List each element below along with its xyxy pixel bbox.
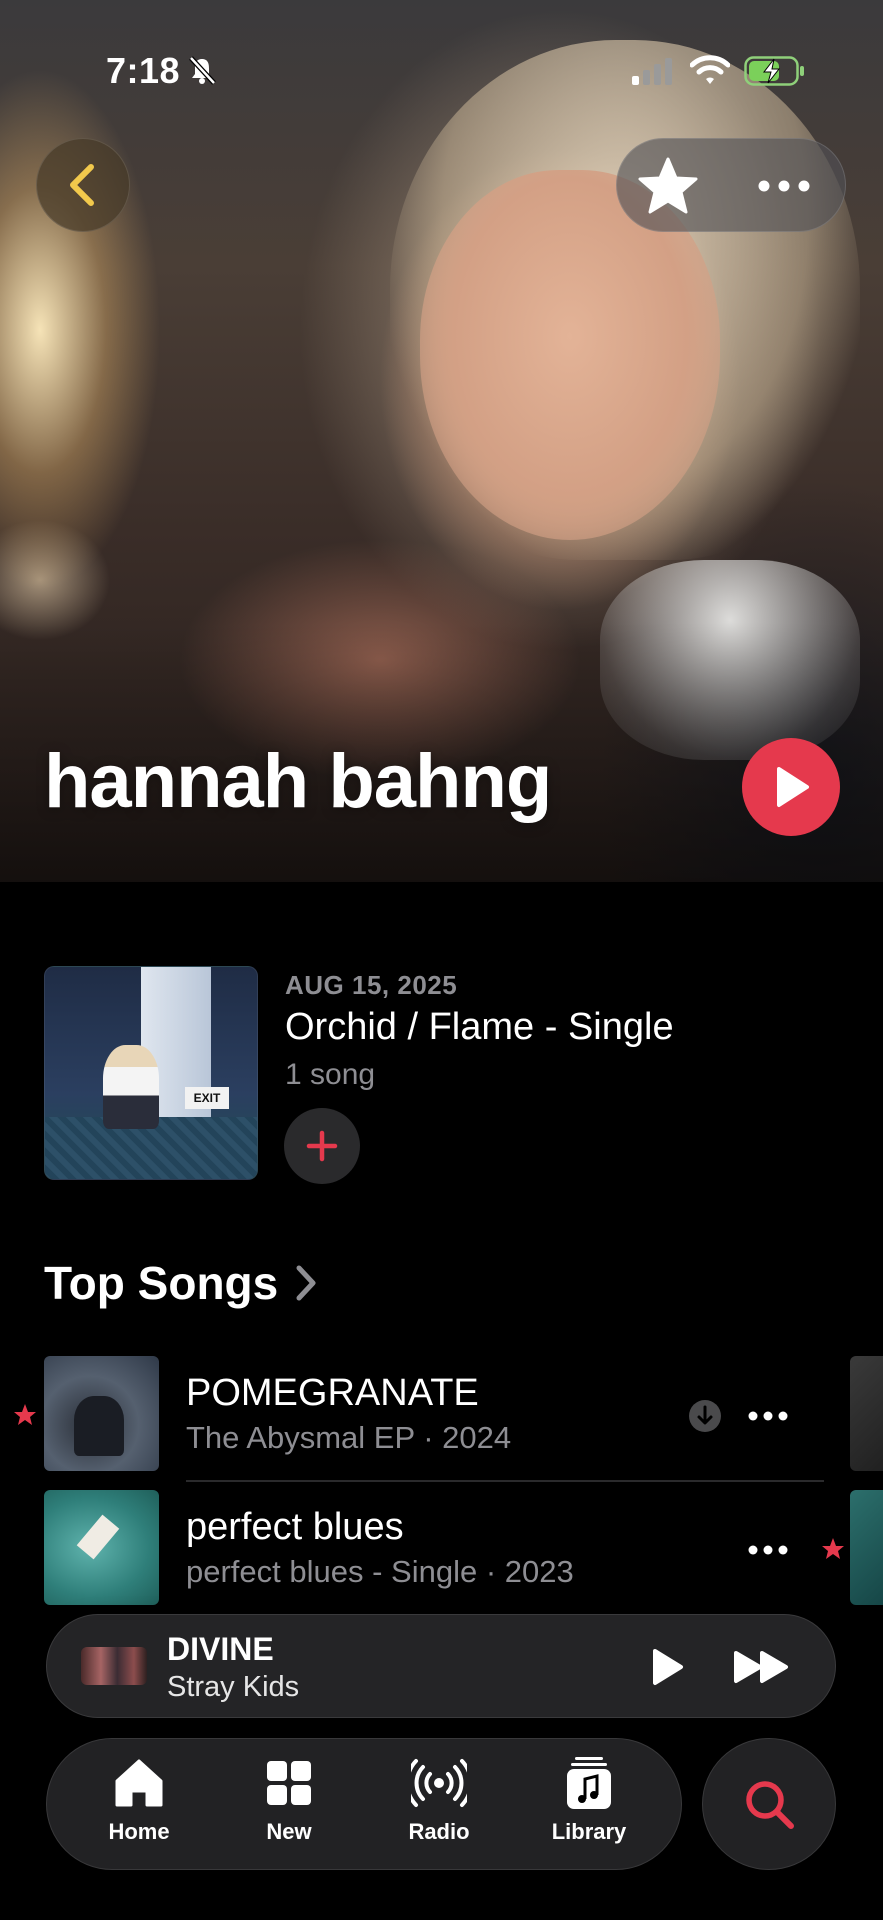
chevron-right-icon: [296, 1265, 316, 1301]
grid-icon: [267, 1761, 311, 1805]
search-icon: [746, 1781, 794, 1829]
favorite-button[interactable]: [631, 149, 705, 223]
fast-forward-icon: [734, 1651, 788, 1683]
release-artwork[interactable]: EXIT: [44, 966, 258, 1180]
status-bar: 7:18: [0, 0, 883, 140]
back-button[interactable]: [36, 138, 130, 232]
cellular-signal-icon: [632, 58, 672, 85]
artist-actions-pill: [616, 138, 846, 232]
mini-player[interactable]: DIVINE Stray Kids: [46, 1614, 836, 1718]
tab-label: Library: [551, 1819, 627, 1844]
tab-radio[interactable]: Radio: [369, 1751, 509, 1859]
downloaded-icon: [689, 1400, 721, 1432]
song-subtitle: The Abysmal EP · 2024: [186, 1420, 512, 1455]
play-button[interactable]: [639, 1639, 695, 1695]
song-title: POMEGRANATE: [186, 1372, 479, 1414]
play-icon: [653, 1649, 683, 1685]
now-playing-artist: Stray Kids: [167, 1671, 300, 1703]
ellipsis-icon: [758, 180, 810, 192]
release-date: AUG 15, 2025: [285, 970, 458, 1000]
skip-forward-button[interactable]: [727, 1639, 797, 1695]
next-column-artwork: [850, 1356, 883, 1471]
artist-name: hannah bahng: [44, 739, 552, 824]
status-time: 7:18: [106, 50, 181, 91]
ellipsis-icon: [748, 1545, 788, 1555]
tab-new[interactable]: New: [219, 1751, 359, 1859]
more-options-button[interactable]: [741, 149, 827, 223]
play-artist-button[interactable]: [742, 738, 840, 836]
plus-icon: [306, 1130, 338, 1162]
tab-label: Radio: [408, 1819, 470, 1844]
top-songs-header[interactable]: Top Songs: [44, 1256, 318, 1310]
tab-bar: Home New Radio Library: [46, 1738, 682, 1870]
release-title[interactable]: Orchid / Flame - Single: [285, 1006, 674, 1049]
battery-charging-icon: [744, 56, 804, 86]
tab-home[interactable]: Home: [69, 1751, 209, 1859]
song-row[interactable]: perfect blues perfect blues - Single · 2…: [0, 1490, 883, 1608]
song-artwork: [44, 1356, 159, 1471]
song-title: perfect blues: [186, 1506, 404, 1548]
release-song-count: 1 song: [285, 1058, 376, 1091]
silent-bell-icon: [189, 56, 216, 85]
song-more-button[interactable]: [738, 1396, 798, 1436]
tab-library[interactable]: Library: [519, 1751, 659, 1859]
house-icon: [115, 1759, 163, 1807]
now-playing-title: DIVINE: [167, 1631, 274, 1667]
song-artwork: [44, 1490, 159, 1605]
wifi-icon: [690, 55, 730, 84]
row-divider: [186, 1480, 824, 1482]
library-icon: [567, 1757, 611, 1809]
top-songs-title: Top Songs: [44, 1257, 279, 1309]
tab-label: New: [266, 1819, 312, 1844]
search-button[interactable]: [702, 1738, 836, 1870]
ellipsis-icon: [748, 1411, 788, 1421]
add-release-button[interactable]: [284, 1108, 360, 1184]
radio-icon: [411, 1759, 467, 1807]
song-more-button[interactable]: [738, 1530, 798, 1570]
tab-label: Home: [108, 1819, 170, 1844]
song-subtitle: perfect blues - Single · 2023: [186, 1554, 574, 1589]
now-playing-artwork: [81, 1647, 147, 1685]
favorite-star-icon: [14, 1404, 36, 1425]
play-icon: [777, 767, 809, 807]
song-row[interactable]: POMEGRANATE The Abysmal EP · 2024: [0, 1356, 883, 1474]
favorite-star-icon: [822, 1538, 844, 1559]
chevron-left-icon: [70, 164, 94, 206]
next-column-artwork: [850, 1490, 883, 1605]
star-icon: [638, 157, 698, 214]
